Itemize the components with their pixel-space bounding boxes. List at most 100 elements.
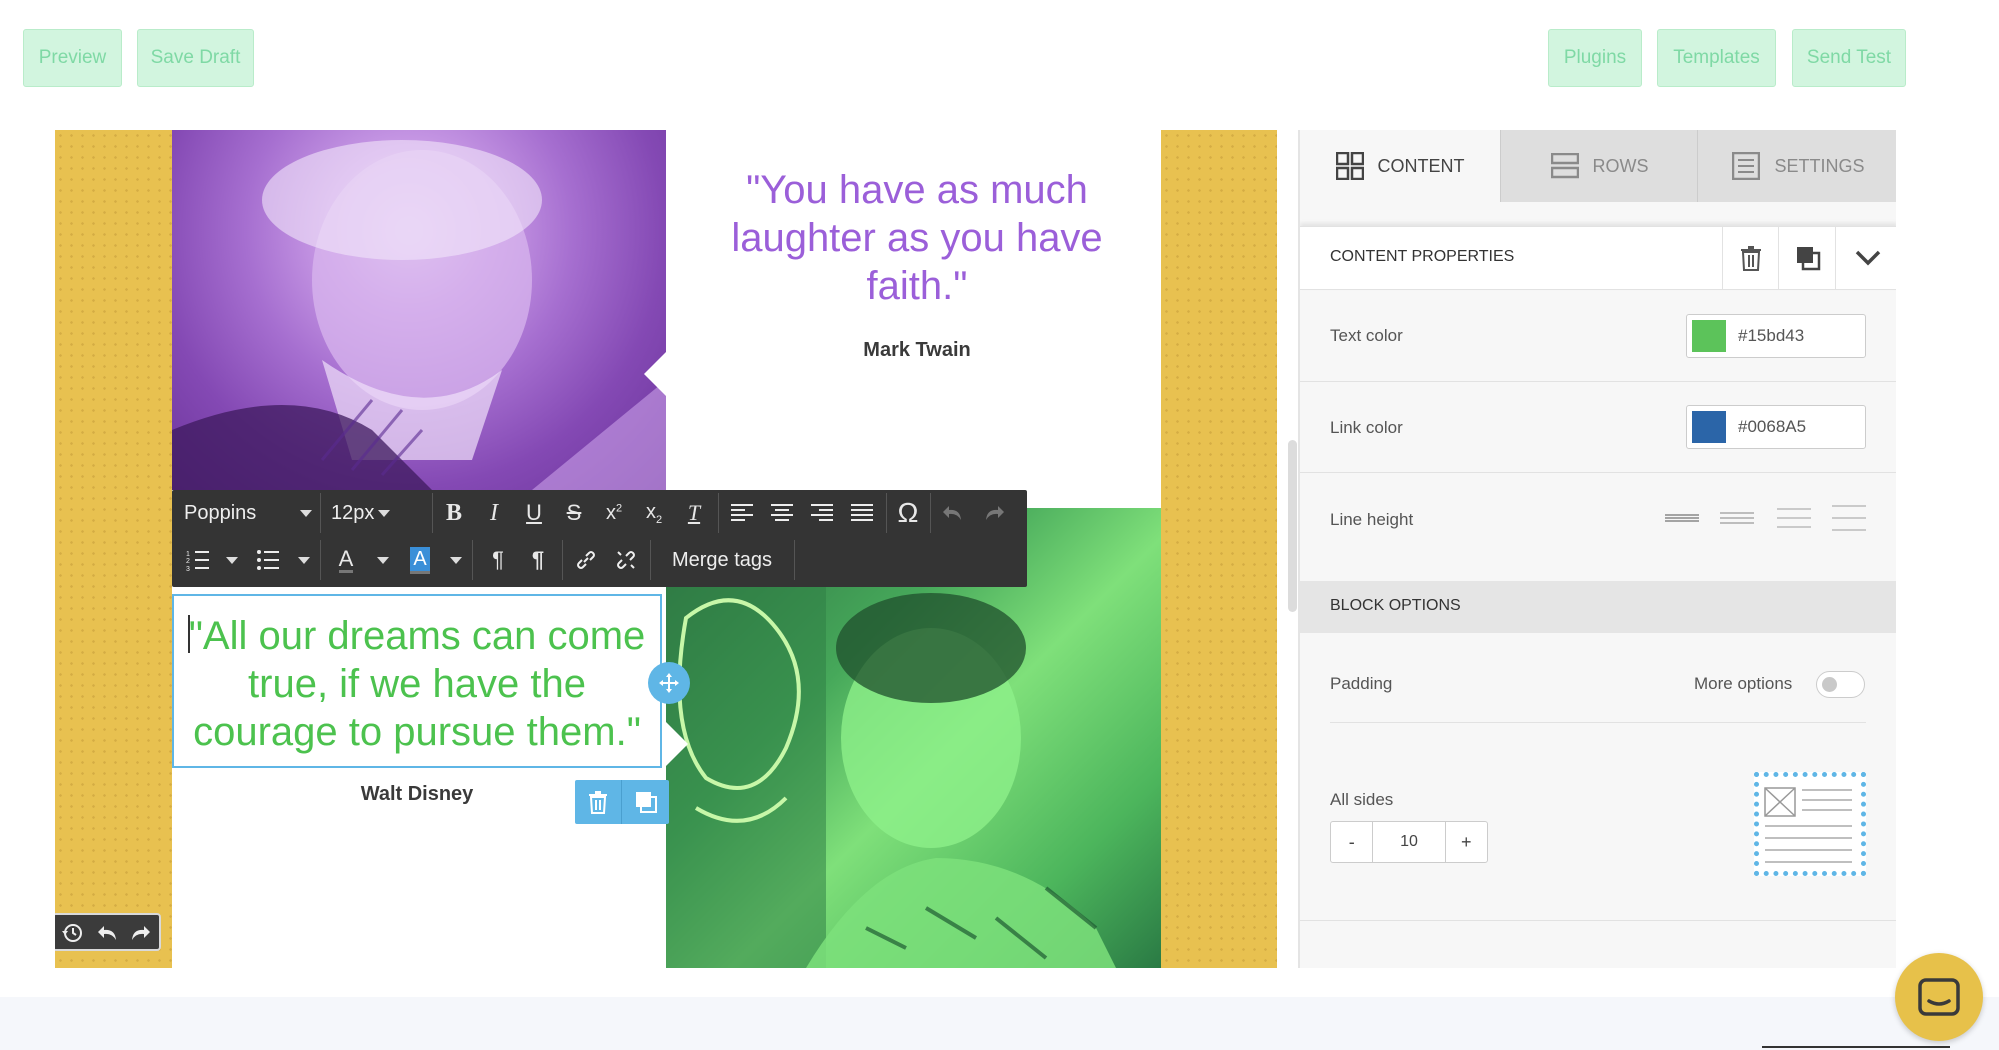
move-handle[interactable] (648, 662, 690, 704)
bottom-strip (0, 997, 1999, 1050)
editor-redo-button[interactable] (975, 493, 1015, 533)
special-char-button[interactable]: Ω (888, 493, 928, 533)
subscript-button[interactable]: x2 (634, 493, 674, 533)
divider (432, 493, 433, 533)
preview-button[interactable]: Preview (23, 29, 122, 87)
align-left-icon (731, 504, 753, 521)
underline-button[interactable]: U (514, 493, 554, 533)
svg-text:3: 3 (186, 566, 190, 571)
line-height-option-2[interactable] (1720, 508, 1754, 528)
align-right-button[interactable] (802, 493, 842, 533)
font-size-select[interactable]: 12px (321, 493, 396, 533)
collapse-button[interactable] (1835, 227, 1896, 289)
superscript-button[interactable]: x2 (594, 493, 634, 533)
rtl-button[interactable]: ¶ (518, 540, 558, 580)
canvas-right-border (1161, 130, 1277, 968)
duplicate-block-button[interactable] (622, 780, 669, 824)
trash-icon (589, 791, 607, 814)
line-height-option-3[interactable] (1777, 506, 1811, 530)
bold-button[interactable]: B (434, 493, 474, 533)
content-properties-header: CONTENT PROPERTIES (1300, 226, 1896, 290)
all-sides-label: All sides (1330, 790, 1394, 809)
clear-format-icon: T (687, 500, 701, 525)
merge-tags-button[interactable]: Merge tags (652, 540, 792, 580)
text-color-field[interactable]: #15bd43 (1686, 314, 1866, 358)
align-right-icon (811, 504, 833, 521)
align-left-button[interactable] (722, 493, 762, 533)
line-height-loose-icon (1832, 505, 1866, 531)
numbered-list-button[interactable]: 123 (178, 540, 218, 580)
chevron-down-icon[interactable] (226, 557, 238, 564)
chat-icon (1918, 978, 1960, 1016)
delete-block-button[interactable] (575, 780, 622, 824)
chat-launcher-button[interactable] (1895, 953, 1983, 1041)
line-height-relaxed-icon (1777, 508, 1811, 528)
history-button[interactable] (56, 918, 88, 948)
divider (472, 540, 473, 580)
text-color-label: Text color (1330, 326, 1403, 345)
tab-rows[interactable]: ROWS (1500, 130, 1698, 202)
tab-content-label: CONTENT (1377, 155, 1465, 176)
duplicate-icon (635, 792, 657, 813)
line-height-option-1[interactable] (1665, 508, 1699, 528)
padding-value-input[interactable]: 10 (1373, 822, 1444, 862)
line-height-option-4[interactable] (1832, 504, 1866, 532)
redo-button[interactable] (125, 918, 157, 948)
chevron-down-icon[interactable] (450, 557, 462, 564)
insert-link-button[interactable] (566, 540, 606, 580)
padding-stepper: - 10 + (1330, 821, 1488, 863)
link-color-field[interactable]: #0068A5 (1686, 405, 1866, 449)
toggle-knob (1822, 677, 1837, 692)
line-height-normal-icon (1720, 512, 1754, 524)
quote-mark-twain[interactable]: "You have as much laughter as you have f… (705, 166, 1129, 310)
italic-button[interactable]: I (474, 493, 514, 533)
link-color-swatch[interactable] (1692, 411, 1726, 443)
redo-icon (986, 506, 1004, 520)
padding-label: Padding (1330, 674, 1393, 693)
underline-icon: U (526, 500, 542, 525)
clear-format-button[interactable]: T (674, 493, 714, 533)
cursor-caret (188, 615, 190, 653)
link-color-label: Link color (1330, 418, 1403, 437)
canvas-left-border (55, 130, 172, 968)
align-center-button[interactable] (762, 493, 802, 533)
canvas-scrollbar[interactable] (1288, 440, 1297, 612)
background-color-button[interactable]: A (400, 540, 440, 580)
mark-twain-image[interactable] (172, 130, 666, 490)
trash-icon (1741, 246, 1761, 271)
remove-link-button[interactable] (606, 540, 646, 580)
duplicate-content-button[interactable] (1778, 227, 1836, 289)
numbered-list-icon: 123 (186, 551, 209, 571)
text-color-swatch[interactable] (1692, 320, 1726, 352)
rtl-icon: ¶ (531, 547, 545, 572)
history-icon (62, 924, 82, 942)
unlink-icon (617, 551, 635, 569)
text-color-button[interactable]: A (326, 540, 366, 580)
templates-button[interactable]: Templates (1657, 29, 1776, 87)
block-actions (575, 780, 669, 824)
author-mark-twain[interactable]: Mark Twain (705, 339, 1129, 362)
redo-icon (132, 926, 150, 940)
editor-undo-button[interactable] (932, 493, 972, 533)
tab-content[interactable]: CONTENT (1300, 130, 1500, 202)
bullet-list-button[interactable] (248, 540, 288, 580)
plugins-button[interactable]: Plugins (1548, 29, 1642, 87)
quote-walt-disney[interactable]: "All our dreams can come true, if we hav… (174, 596, 660, 756)
padding-increment-button[interactable]: + (1444, 822, 1487, 862)
delete-content-button[interactable] (1722, 227, 1779, 289)
tab-settings[interactable]: SETTINGS (1697, 130, 1896, 202)
strikethrough-icon: S (566, 500, 582, 525)
chevron-down-icon[interactable] (377, 557, 389, 564)
padding-decrement-button[interactable]: - (1331, 822, 1374, 862)
font-size-value: 12px (331, 501, 375, 524)
save-draft-button[interactable]: Save Draft (137, 29, 254, 87)
align-justify-button[interactable] (842, 493, 882, 533)
quote-walt-disney-block[interactable]: "All our dreams can come true, if we hav… (172, 594, 662, 768)
strikethrough-button[interactable]: S (554, 493, 594, 533)
ltr-button[interactable]: ¶ (478, 540, 518, 580)
undo-button[interactable] (91, 918, 123, 948)
more-options-toggle[interactable] (1816, 671, 1865, 698)
send-test-button[interactable]: Send Test (1792, 29, 1906, 87)
chevron-down-icon[interactable] (298, 557, 310, 564)
font-family-select[interactable]: Poppins (172, 493, 320, 533)
